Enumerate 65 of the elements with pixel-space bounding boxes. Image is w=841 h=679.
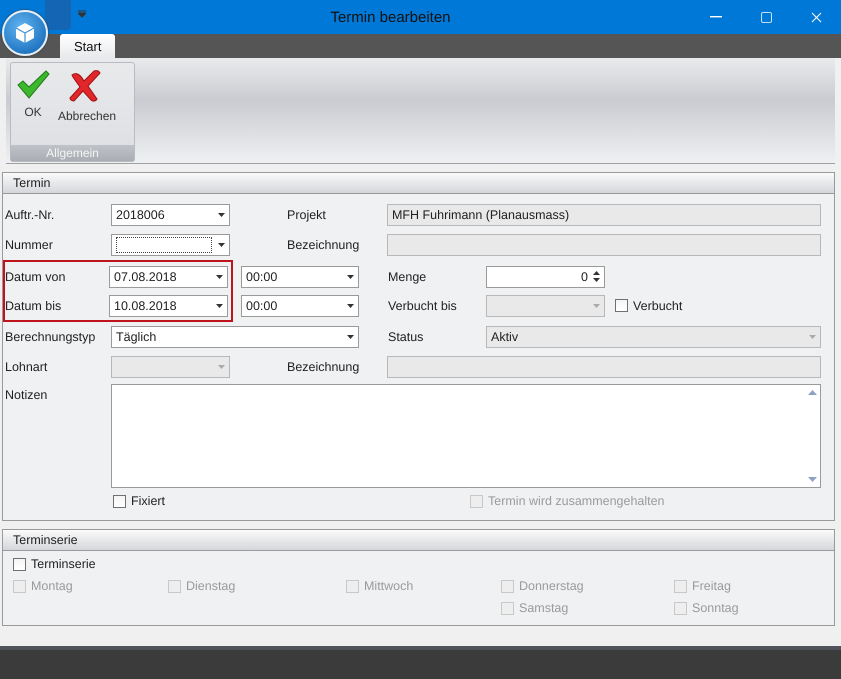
checkbox-label: Freitag bbox=[692, 579, 731, 593]
dropdown-icon[interactable] bbox=[78, 10, 86, 18]
project-field[interactable]: MFH Fuhrimann (Planausmass) bbox=[387, 204, 821, 226]
checkbox[interactable] bbox=[113, 494, 126, 508]
caret-icon bbox=[347, 304, 354, 308]
field-label: Lohnart bbox=[5, 360, 48, 374]
checkbox-label: Montag bbox=[31, 579, 73, 593]
field-label: Datum bis bbox=[5, 298, 62, 312]
field-label: Status bbox=[388, 330, 424, 344]
spinner-arrows-icon bbox=[593, 271, 600, 282]
ribbon-button[interactable]: OK bbox=[13, 67, 53, 145]
field-label: Nummer bbox=[5, 238, 54, 252]
time-combo[interactable]: 00:00 bbox=[241, 266, 359, 288]
checkbox-label: Terminserie bbox=[31, 557, 96, 571]
group-label: Allgemein bbox=[11, 145, 134, 161]
caret-icon bbox=[218, 243, 225, 247]
checkbox-label: Termin wird zusammengehalten bbox=[488, 494, 664, 508]
number-combo[interactable] bbox=[111, 234, 230, 256]
field-label: Verbucht bis bbox=[388, 298, 458, 312]
field-label: Projekt bbox=[287, 208, 327, 222]
maximize-icon bbox=[760, 10, 772, 24]
caret-icon bbox=[347, 335, 354, 339]
caret-icon bbox=[218, 365, 225, 369]
order-number-combo[interactable]: 2018006 bbox=[111, 204, 230, 226]
ribbon-button[interactable]: Abbrechen bbox=[55, 67, 120, 145]
field-label: Menge bbox=[388, 270, 428, 284]
caret-icon bbox=[809, 335, 816, 339]
checkbox-label: Verbucht bbox=[633, 298, 682, 312]
minimize-icon bbox=[710, 16, 722, 18]
checkbox-label: Samstag bbox=[519, 601, 568, 615]
panel-header: Terminserie bbox=[3, 530, 834, 551]
panel-header: Termin bbox=[3, 173, 834, 194]
field-label: Notizen bbox=[5, 387, 48, 402]
checkbox-label: Dienstag bbox=[186, 579, 236, 593]
checkbox-label: Fixiert bbox=[131, 494, 166, 508]
field-label: Datum von bbox=[5, 270, 66, 284]
caret-icon bbox=[216, 274, 223, 278]
date-combo[interactable]: 07.08.2018 bbox=[109, 266, 228, 288]
calculation-type-combo[interactable]: Täglich bbox=[111, 326, 359, 348]
date-combo[interactable]: 10.08.2018 bbox=[109, 294, 228, 316]
quantity-spinner[interactable]: 0 bbox=[486, 266, 605, 288]
cube-icon bbox=[13, 21, 37, 45]
checkmark-icon bbox=[16, 69, 50, 99]
scroll-up-icon[interactable] bbox=[808, 390, 816, 395]
scroll-down-icon[interactable] bbox=[808, 477, 816, 482]
checkbox[interactable] bbox=[615, 299, 628, 312]
caret-icon bbox=[347, 274, 354, 278]
checkbox-label: Sonntag bbox=[692, 601, 739, 615]
ribbon-tab[interactable]: Start bbox=[60, 34, 116, 58]
time-combo[interactable]: 00:00 bbox=[241, 294, 359, 316]
field-label: Berechnungstyp bbox=[5, 330, 96, 344]
quick-access-shape bbox=[45, 0, 71, 30]
window-title: Termin bearbeiten bbox=[330, 8, 451, 26]
caret-icon bbox=[216, 304, 223, 308]
checkbox-label: Mittwoch bbox=[364, 579, 414, 593]
description-field[interactable] bbox=[387, 356, 821, 378]
field-label: Bezeichnung bbox=[287, 360, 360, 374]
field-label: Auftr.-Nr. bbox=[5, 208, 56, 222]
caret-icon bbox=[218, 213, 225, 217]
checkbox-label: Donnerstag bbox=[519, 579, 584, 593]
description-field[interactable] bbox=[387, 234, 821, 256]
caret-icon bbox=[593, 304, 600, 308]
notes-field[interactable] bbox=[111, 384, 821, 488]
field-label: Bezeichnung bbox=[287, 238, 360, 252]
checkbox[interactable] bbox=[13, 558, 26, 570]
